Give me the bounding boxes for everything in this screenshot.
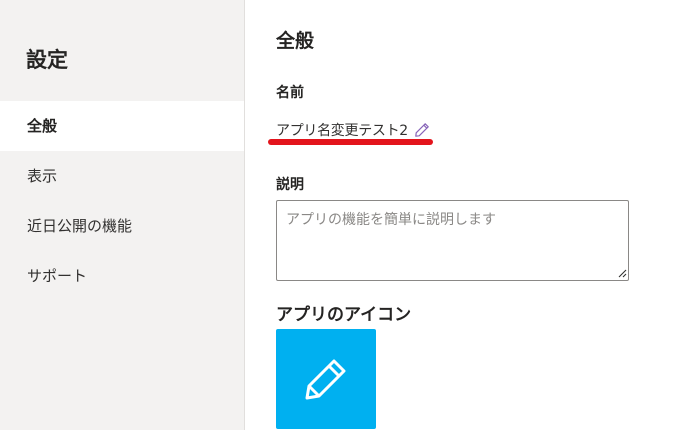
app-name-row: アプリ名変更テスト2 (276, 120, 430, 140)
description-label: 説明 (276, 177, 304, 193)
app-name-value[interactable]: アプリ名変更テスト2 (276, 120, 408, 140)
pencil-icon[interactable] (414, 122, 430, 138)
app-icon-label: アプリのアイコン (276, 305, 412, 325)
pencil-icon (305, 359, 346, 400)
section-title: 全般 (276, 30, 315, 52)
settings-sidebar: 設定 全般 表示 近日公開の機能 サポート (0, 0, 245, 430)
sidebar-item-support[interactable]: サポート (0, 251, 244, 301)
resize-handle-icon[interactable] (617, 268, 627, 278)
sidebar-nav: 全般 表示 近日公開の機能 サポート (0, 101, 244, 301)
sidebar-title: 設定 (26, 48, 68, 72)
sidebar-item-upcoming-features[interactable]: 近日公開の機能 (0, 201, 244, 251)
sidebar-item-display[interactable]: 表示 (0, 151, 244, 201)
sidebar-item-general[interactable]: 全般 (0, 101, 244, 151)
red-underline-annotation (268, 139, 433, 145)
settings-main-panel: 全般 名前 アプリ名変更テスト2 説明 アプリのアイコン (245, 0, 676, 430)
description-input[interactable] (276, 200, 629, 281)
settings-window: 設定 全般 表示 近日公開の機能 サポート 全般 名前 アプリ名変更テスト2 説… (0, 0, 676, 430)
name-label: 名前 (276, 85, 304, 101)
app-icon-button[interactable] (276, 329, 376, 429)
